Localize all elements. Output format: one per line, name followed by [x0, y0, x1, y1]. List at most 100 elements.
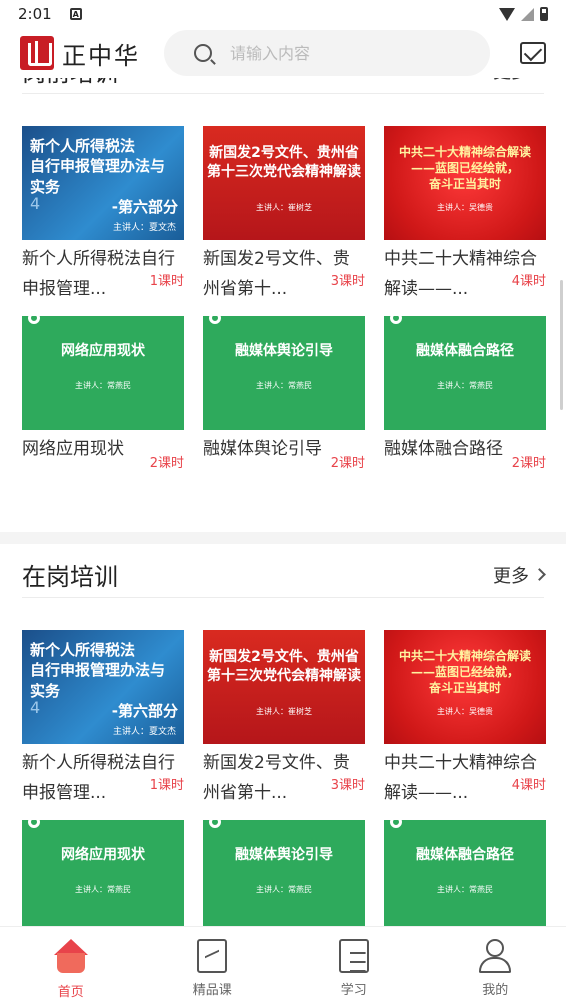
course-thumbnail[interactable]: 新国发2号文件、贵州省 第十三次党代会精神解读主讲人：崔树芝: [203, 126, 365, 240]
thumbnail-number: 4: [30, 194, 41, 213]
lesson-count: 2课时: [330, 456, 365, 471]
course-thumbnail[interactable]: 新个人所得税法自行申报管理办法与实务 -第六部分 4 主讲人：夏文杰: [22, 630, 184, 744]
course-card[interactable]: 新国发2号文件、贵州省 第十三次党代会精神解读 主讲人：崔树芝 新国发2号文件、贵州省…: [203, 630, 365, 810]
thumbnail-line: 融媒体舆论引导: [235, 343, 333, 359]
thumbnail-caption: 融媒体融合路径: [384, 316, 546, 361]
course-thumbnail[interactable]: 融媒体融合路径主讲人：常燕民: [384, 316, 546, 430]
thumbnail-caption: 新国发2号文件、贵州省 第十三次党代会精神解读: [203, 126, 365, 182]
course-card[interactable]: 融媒体融合路径主讲人：常燕民: [384, 820, 546, 926]
thumbnail-speaker: 主讲人：崔树芝: [256, 203, 312, 212]
thumbnail-line: 新国发2号文件、贵州省: [209, 649, 359, 665]
course-card[interactable]: 网络应用现状 主讲人：常燕民: [22, 820, 184, 926]
course-thumbnail[interactable]: 中共二十大精神综合解读 ——蓝图已经绘就， 奋斗正当其时 主讲人：吴德贵: [384, 126, 546, 240]
thumbnail-line: 自行申报管理办法与实务: [30, 661, 166, 700]
course-card[interactable]: 中共二十大精神综合解读 ——蓝图已经绘就， 奋斗正当其时 主讲人：吴德贵 中共二十大精神…: [384, 630, 546, 810]
tab-study[interactable]: 学习: [283, 927, 425, 1008]
thumbnail-line: 奋斗正当其时: [428, 177, 501, 192]
search-bar[interactable]: [164, 30, 490, 76]
thumbnail-line: 第十三次党代会精神解读: [207, 667, 361, 684]
course-thumbnail[interactable]: 新个人所得税法 自行申报管理办法与实务 -第六部分 4 主讲人：夏文杰: [22, 126, 184, 240]
course-card[interactable]: 融媒体舆论引导 主讲人：常燕民: [203, 820, 365, 926]
battery-icon: [540, 7, 548, 21]
main-content[interactable]: 岗前培训更多新个人所得税法自行申报管理办法与实务-第六部分4主讲人：夏文杰新个人…: [0, 78, 566, 926]
thumbnail-line: -第六部分: [111, 701, 178, 720]
lesson-count: 4课时: [511, 778, 546, 793]
course-card[interactable]: 新个人所得税法自行申报管理办法与实务 -第六部分 4 主讲人：夏文杰 新个人所得税法自行…: [22, 630, 184, 810]
top-header: 正中华: [0, 28, 566, 78]
thumbnail-line: 第十三次党代会精神解读: [207, 163, 361, 180]
notification-a-icon: A: [69, 8, 82, 20]
lesson-count: 1课时: [149, 274, 184, 289]
course-card[interactable]: 中共二十大精神综合解读 ——蓝图已经绘就， 奋斗正当其时 主讲人：吴德贵 中共二十大精神…: [384, 126, 546, 306]
logo-mark-icon: [20, 36, 54, 70]
course-thumbnail[interactable]: 融媒体舆论引导主讲人：常燕民: [203, 316, 365, 430]
thumbnail-caption: 融媒体舆论引导: [203, 820, 365, 865]
tab-label: 首页: [57, 985, 84, 1000]
course-thumbnail[interactable]: 新国发2号文件、贵州省 第十三次党代会精神解读 主讲人：崔树芝: [203, 630, 365, 744]
section-header: 岗前培训 更多: [22, 78, 544, 94]
scrollbar[interactable]: [560, 280, 563, 410]
course-card[interactable]: 新个人所得税法 自行申报管理办法与实务 -第六部分 4 主讲人：夏文杰 新个人所得税法自行…: [22, 126, 184, 306]
section-separator: [0, 532, 566, 544]
thumbnail-caption: 新个人所得税法自行申报管理办法与实务 -第六部分: [22, 126, 184, 217]
thumbnail-speaker: 主讲人：常燕民: [437, 381, 493, 390]
thumbnail-line: -第六部分: [111, 197, 178, 216]
course-card[interactable]: 网络应用现状 主讲人：常燕民 网络应用现状 2课时: [22, 316, 184, 496]
wifi-icon: [499, 7, 515, 21]
tab-label: 精品课: [192, 983, 232, 998]
lesson-count: 2课时: [511, 456, 546, 471]
tab-label: 我的: [482, 983, 509, 998]
signal-icon: [521, 7, 534, 21]
course-thumbnail[interactable]: 网络应用现状 主讲人：常燕民: [22, 316, 184, 430]
thumbnail-speaker: 主讲人：夏文杰: [112, 223, 176, 233]
thumbnail-number: 4: [30, 698, 41, 717]
status-time: 2:01: [18, 5, 52, 23]
course-section: 在岗培训 更多新个人所得税法自行申报管理办法与实务 -第六部分 4 主讲人：夏文杰 新个人…: [0, 552, 566, 926]
thumbnail-line: 自行申报管理办法与实务: [30, 157, 166, 196]
logo-text: 正中华: [62, 41, 140, 70]
course-thumbnail[interactable]: 中共二十大精神综合解读 ——蓝图已经绘就， 奋斗正当其时 主讲人：吴德贵: [384, 630, 546, 744]
thumbnail-speaker: 主讲人：夏文杰: [112, 727, 176, 737]
tab-premium-courses[interactable]: 精品课: [142, 927, 284, 1008]
status-indicators: [499, 7, 548, 21]
thumbnail-line: 中共二十大精神综合解读: [398, 649, 531, 663]
chevron-right-icon: [533, 568, 546, 581]
thumbnail-caption: 新国发2号文件、贵州省 第十三次党代会精神解读: [203, 630, 365, 686]
section-header: 在岗培训 更多: [22, 552, 546, 598]
home-icon: [53, 939, 88, 975]
thumbnail-caption: 融媒体融合路径: [384, 820, 546, 865]
thumbnail-line: 新个人所得税法: [30, 137, 136, 155]
tab-me[interactable]: 我的: [425, 927, 566, 1008]
lesson-count: 3课时: [330, 274, 365, 289]
me-icon: [478, 939, 512, 973]
course-thumbnail[interactable]: 融媒体融合路径主讲人：常燕民: [384, 820, 546, 926]
lesson-count: 2课时: [149, 456, 184, 471]
more-link[interactable]: 更多: [493, 562, 546, 588]
thumbnail-line: 中共二十大精神综合解读: [398, 145, 531, 159]
thumbnail-speaker: 主讲人：吴德贵: [437, 203, 493, 212]
thumbnail-caption: 网络应用现状: [22, 820, 184, 865]
tab-home[interactable]: 首页: [0, 927, 142, 1008]
course-icon: [197, 939, 228, 973]
section-title: 在岗培训: [22, 563, 118, 591]
course-thumbnail[interactable]: 网络应用现状 主讲人：常燕民: [22, 820, 184, 926]
lesson-count: 4课时: [511, 274, 546, 289]
more-label: 更多: [493, 78, 529, 84]
thumbnail-line: 奋斗正当其时: [428, 681, 501, 696]
thumbnail-caption: 网络应用现状: [22, 316, 184, 361]
thumbnail-line: 网络应用现状: [61, 343, 145, 359]
thumbnail-line: 新个人所得税法: [30, 641, 136, 659]
search-icon: [194, 44, 212, 62]
message-icon[interactable]: [520, 42, 546, 64]
course-card[interactable]: 融媒体融合路径主讲人：常燕民 融媒体融合路径 2课时: [384, 316, 546, 496]
course-card[interactable]: 融媒体舆论引导主讲人：常燕民 融媒体舆论引导 2课时: [203, 316, 365, 496]
course-card[interactable]: 新国发2号文件、贵州省 第十三次党代会精神解读 主讲人：崔树芝 新国发2号文件、贵州省…: [203, 126, 365, 306]
thumbnail-speaker: 主讲人：常燕民: [256, 381, 312, 390]
thumbnail-speaker: 主讲人：常燕民: [437, 885, 493, 894]
more-link[interactable]: 更多: [493, 78, 544, 84]
thumbnail-line: 新国发2号文件、贵州省: [209, 145, 359, 161]
course-thumbnail[interactable]: 融媒体舆论引导 主讲人：常燕民: [203, 820, 365, 926]
search-input[interactable]: [230, 43, 470, 63]
thumbnail-line: 网络应用现状: [61, 847, 145, 863]
lesson-count: 3课时: [330, 778, 365, 793]
